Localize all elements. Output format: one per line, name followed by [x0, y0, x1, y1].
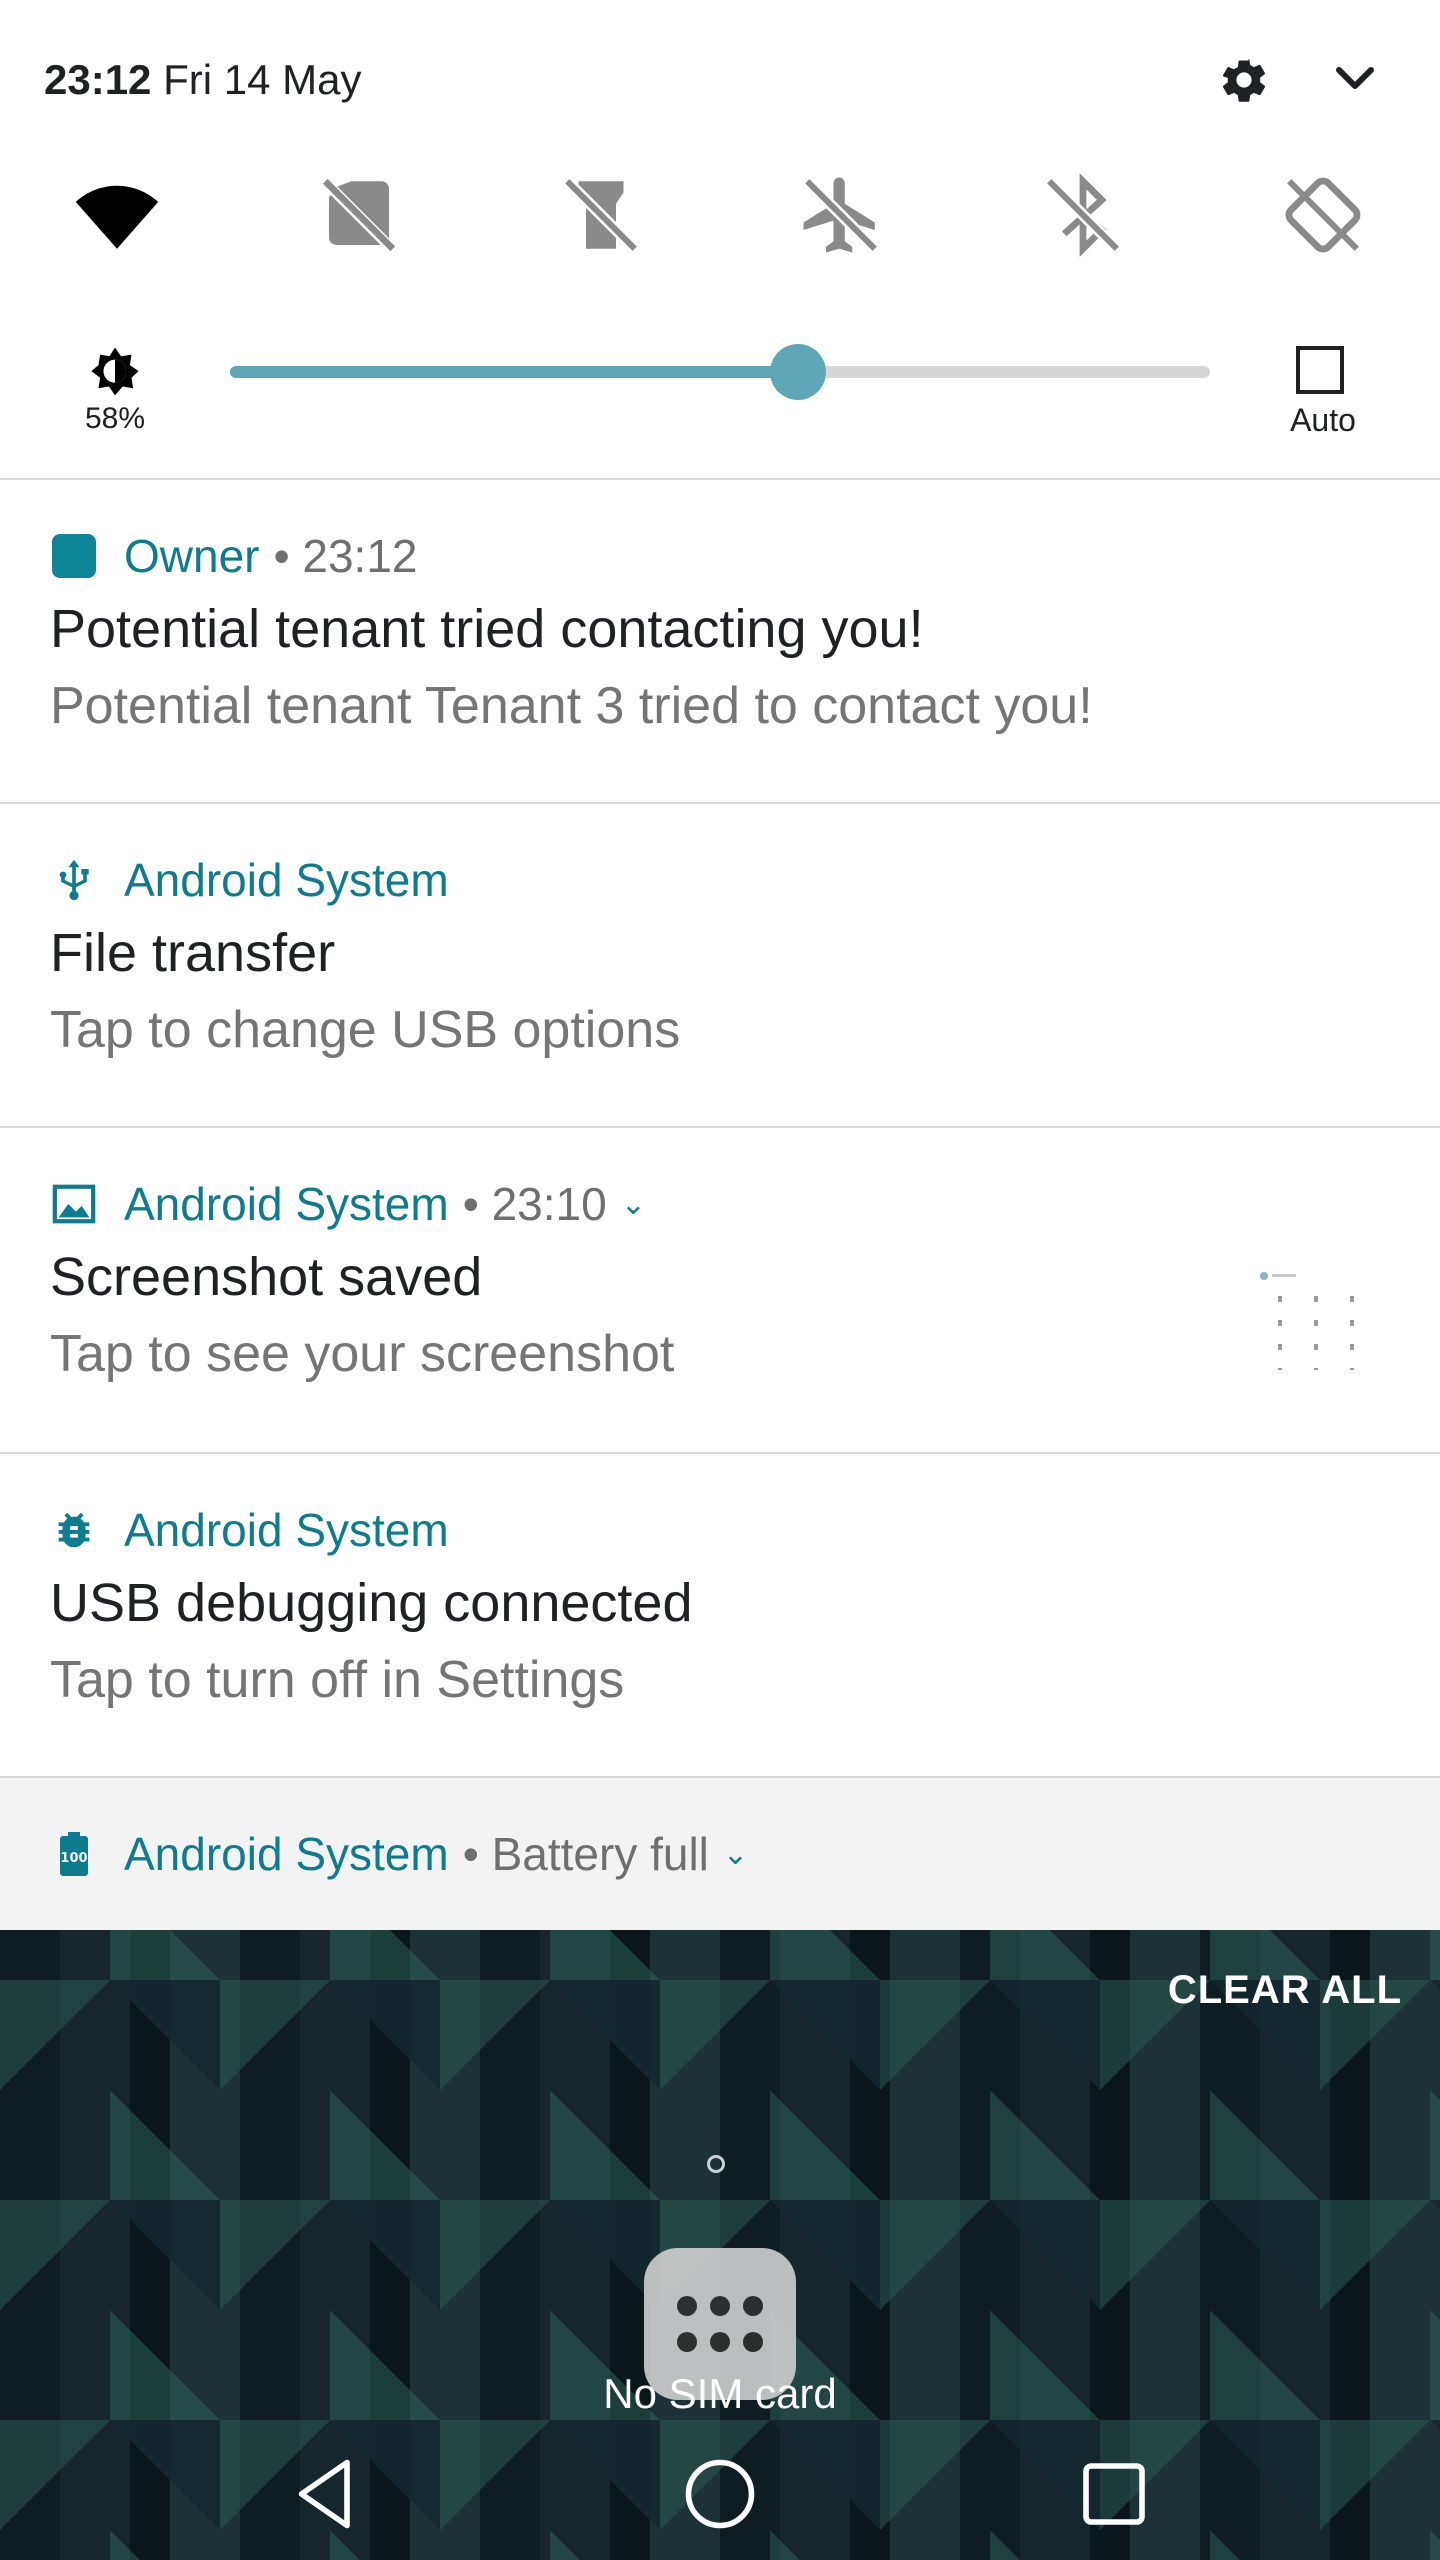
auto-brightness-label: Auto — [1290, 402, 1356, 438]
notification-title: File transfer — [50, 923, 336, 983]
quick-settings-tiles — [0, 160, 1440, 280]
recents-icon[interactable] — [1072, 2452, 1156, 2536]
app-name: Android System — [124, 854, 449, 906]
settings-gear-icon[interactable] — [1218, 54, 1270, 106]
notification-text: Tap to see your screenshot — [50, 1325, 675, 1383]
expand-chevron-icon[interactable]: ⌄ — [621, 1187, 646, 1222]
notification-text: Potential tenant Tenant 3 tried to conta… — [50, 677, 1093, 735]
collapse-chevron-icon[interactable] — [1330, 60, 1380, 100]
clock-time: 23:12 — [44, 56, 152, 103]
app-name: Android System — [124, 1504, 449, 1556]
battery-full-icon: 100 — [50, 1830, 98, 1878]
notification-header: Android System — [50, 852, 449, 908]
notification-file-transfer[interactable]: Android System File transfer Tap to chan… — [0, 804, 1440, 1128]
back-icon[interactable] — [284, 2452, 368, 2536]
brightness-percent: 58% — [84, 402, 146, 435]
notification-owner[interactable]: Owner • 23:12 Potential tenant tried con… — [0, 480, 1440, 804]
shade-header: 23:12 Fri 14 May — [0, 0, 1440, 160]
battery-level-glyph: 100 — [60, 1851, 87, 1866]
date-label: Fri 14 May — [163, 56, 362, 103]
notification-header: 100 Android System • Battery full ⌄ — [50, 1826, 748, 1882]
wifi-icon[interactable] — [72, 170, 162, 260]
app-square-icon — [50, 532, 98, 580]
brightness-slider-fill — [230, 366, 799, 378]
notification-screenshot[interactable]: Android System • 23:10 ⌄ Screenshot save… — [0, 1128, 1440, 1452]
auto-rotate-off-icon[interactable] — [1278, 170, 1368, 260]
brightness-icon — [91, 347, 139, 396]
home-icon[interactable] — [678, 2452, 762, 2536]
expand-chevron-icon[interactable]: ⌄ — [723, 1837, 748, 1872]
navigation-bar — [0, 2430, 1440, 2560]
brightness-slider[interactable] — [230, 344, 1210, 400]
clock-date: 23:12 Fri 14 May — [44, 56, 361, 104]
notification-header: Android System • 23:10 ⌄ — [50, 1176, 646, 1232]
airplane-mode-off-icon[interactable] — [796, 170, 886, 260]
clear-all-button[interactable]: CLEAR ALL — [1168, 1968, 1402, 2013]
image-icon — [50, 1180, 98, 1228]
notification-text: Tap to turn off in Settings — [50, 1651, 625, 1709]
page-indicator — [707, 2155, 725, 2173]
sim-off-icon[interactable] — [314, 170, 404, 260]
notification-battery[interactable]: 100 Android System • Battery full ⌄ — [0, 1778, 1440, 1930]
no-sim-label: No SIM card — [603, 2370, 837, 2417]
brightness-row: 58% Auto — [0, 330, 1440, 470]
bug-icon — [50, 1506, 98, 1554]
notification-shade: 23:12 Fri 14 May 58% Auto Owner • 23:12 … — [0, 0, 1440, 1930]
notification-header: Android System — [50, 1502, 449, 1558]
notification-time: • 23:10 — [462, 1178, 607, 1230]
brightness-slider-thumb[interactable] — [770, 344, 827, 400]
screenshot-thumbnail — [1258, 1268, 1378, 1378]
notification-title: Screenshot saved — [50, 1247, 483, 1307]
app-name: Android System — [124, 1828, 449, 1880]
notification-title: USB debugging connected — [50, 1573, 693, 1633]
app-name: Android System — [124, 1178, 449, 1230]
notification-usb-debugging[interactable]: Android System USB debugging connected T… — [0, 1454, 1440, 1778]
notification-title: Potential tenant tried contacting you! — [50, 599, 924, 659]
notification-summary: • Battery full — [462, 1828, 709, 1880]
flashlight-off-icon[interactable] — [556, 170, 646, 260]
bluetooth-off-icon[interactable] — [1038, 170, 1128, 260]
notification-text: Tap to change USB options — [50, 1001, 681, 1059]
usb-icon — [50, 856, 98, 904]
app-name: Owner — [124, 530, 260, 582]
notification-time: • 23:12 — [273, 530, 418, 582]
notification-header: Owner • 23:12 — [50, 528, 417, 584]
auto-brightness-checkbox[interactable] — [1296, 346, 1344, 394]
